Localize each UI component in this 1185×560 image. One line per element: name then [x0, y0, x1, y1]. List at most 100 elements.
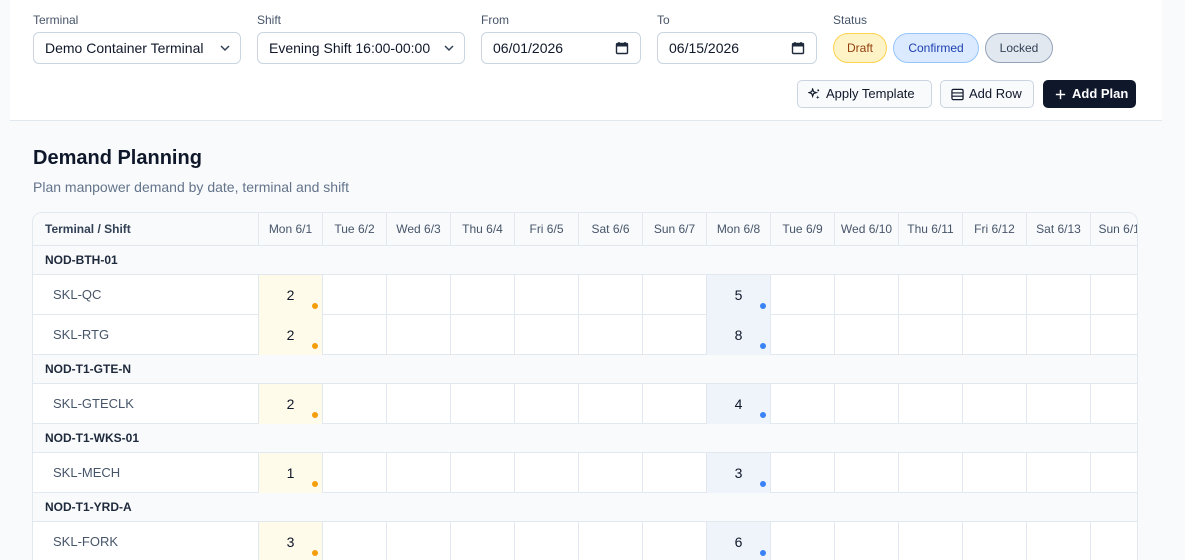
demand-cell[interactable]	[578, 453, 642, 493]
demand-cell[interactable]	[514, 522, 578, 560]
demand-cell[interactable]: 4	[706, 384, 770, 424]
demand-cell[interactable]	[514, 384, 578, 424]
demand-cell[interactable]	[898, 522, 962, 560]
header-day: Mon 6/1	[258, 213, 322, 246]
demand-cell[interactable]	[578, 275, 642, 315]
demand-cell[interactable]	[514, 453, 578, 493]
demand-cell[interactable]	[962, 315, 1026, 355]
demand-cell[interactable]	[834, 384, 898, 424]
status-confirmed-toggle[interactable]: Confirmed	[893, 33, 979, 63]
demand-value: 6	[734, 534, 743, 550]
terminal-select[interactable]: Demo Container Terminal	[33, 32, 241, 64]
demand-cell[interactable]: 3	[706, 453, 770, 493]
to-field: To 06/15/2026	[657, 13, 817, 64]
demand-cell[interactable]	[578, 315, 642, 355]
grid-header-row: Terminal / Shift Mon 6/1 Tue 6/2 Wed 6/3 Thu…	[33, 213, 1137, 246]
terminal-group-label: NOD-T1-YRD-A	[45, 500, 132, 514]
demand-cell[interactable]	[450, 315, 514, 355]
demand-cell[interactable]	[1026, 522, 1090, 560]
demand-cell[interactable]: 2	[258, 384, 322, 424]
demand-cell[interactable]: 3	[258, 522, 322, 560]
demand-cell[interactable]	[450, 453, 514, 493]
calendar-icon[interactable]	[791, 41, 805, 55]
demand-cell[interactable]	[1026, 384, 1090, 424]
demand-cell[interactable]: 6	[706, 522, 770, 560]
status-draft-toggle[interactable]: Draft	[833, 33, 887, 63]
demand-cell[interactable]	[642, 384, 706, 424]
demand-cell[interactable]	[322, 384, 386, 424]
demand-cell[interactable]: 5	[706, 275, 770, 315]
terminal-group-label: NOD-BTH-01	[45, 253, 118, 267]
demand-cell[interactable]	[770, 522, 834, 560]
demand-cell[interactable]	[386, 384, 450, 424]
demand-cell[interactable]: 1	[258, 453, 322, 493]
demand-cell[interactable]	[578, 522, 642, 560]
demand-cell[interactable]	[770, 453, 834, 493]
demand-cell[interactable]	[450, 384, 514, 424]
demand-cell[interactable]	[578, 384, 642, 424]
demand-cell[interactable]	[386, 315, 450, 355]
demand-cell[interactable]	[1026, 315, 1090, 355]
terminal-group-row[interactable]: NOD-T1-WKS-01	[33, 424, 1137, 453]
demand-grid: Terminal / Shift Mon 6/1 Tue 6/2 Wed 6/3 Thu…	[32, 212, 1138, 560]
demand-cell[interactable]	[898, 384, 962, 424]
demand-cell[interactable]	[642, 275, 706, 315]
demand-cell[interactable]	[322, 315, 386, 355]
demand-cell[interactable]	[1090, 275, 1137, 315]
terminal-group-row[interactable]: NOD-T1-YRD-A	[33, 493, 1137, 522]
demand-cell[interactable]	[834, 522, 898, 560]
shift-row: SKL-GTECLK 2 4	[33, 384, 1137, 424]
demand-cell[interactable]	[1090, 384, 1137, 424]
demand-cell[interactable]	[834, 275, 898, 315]
demand-cell[interactable]	[386, 522, 450, 560]
shift-field: Shift Evening Shift 16:00-00:00	[257, 13, 465, 64]
demand-cell[interactable]	[1090, 315, 1137, 355]
demand-cell[interactable]	[642, 315, 706, 355]
shift-select[interactable]: Evening Shift 16:00-00:00	[257, 32, 465, 64]
demand-cell[interactable]	[962, 453, 1026, 493]
demand-cell[interactable]	[642, 453, 706, 493]
demand-cell[interactable]	[834, 315, 898, 355]
from-date-input[interactable]: 06/01/2026	[481, 32, 641, 64]
demand-cell[interactable]	[962, 384, 1026, 424]
header-day: Sun 6/7	[642, 213, 706, 246]
demand-cell[interactable]	[898, 315, 962, 355]
calendar-icon[interactable]	[615, 41, 629, 55]
demand-cell[interactable]	[386, 453, 450, 493]
demand-cell[interactable]	[322, 275, 386, 315]
header-day: Tue 6/2	[322, 213, 386, 246]
demand-cell[interactable]	[514, 275, 578, 315]
apply-template-button[interactable]: Apply Template	[797, 80, 932, 108]
confirmed-status-dot	[760, 550, 766, 556]
demand-cell[interactable]	[642, 522, 706, 560]
add-row-button[interactable]: Add Row	[940, 80, 1034, 108]
demand-cell[interactable]	[1026, 275, 1090, 315]
demand-cell[interactable]	[1090, 522, 1137, 560]
demand-cell[interactable]	[450, 275, 514, 315]
demand-cell[interactable]	[834, 453, 898, 493]
demand-cell[interactable]: 8	[706, 315, 770, 355]
header-day: Sat 6/13	[1026, 213, 1090, 246]
demand-cell[interactable]	[898, 453, 962, 493]
demand-cell[interactable]: 2	[258, 275, 322, 315]
shift-row: SKL-RTG 2 8	[33, 315, 1137, 355]
to-date-input[interactable]: 06/15/2026	[657, 32, 817, 64]
terminal-group-row[interactable]: NOD-T1-GTE-N	[33, 355, 1137, 384]
demand-cell[interactable]	[962, 275, 1026, 315]
demand-cell[interactable]	[962, 522, 1026, 560]
demand-cell[interactable]	[514, 315, 578, 355]
demand-cell[interactable]	[1090, 453, 1137, 493]
demand-cell[interactable]	[898, 275, 962, 315]
status-locked-toggle[interactable]: Locked	[985, 33, 1053, 63]
demand-cell[interactable]: 2	[258, 315, 322, 355]
demand-cell[interactable]	[1026, 453, 1090, 493]
demand-cell[interactable]	[770, 275, 834, 315]
demand-cell[interactable]	[770, 315, 834, 355]
demand-cell[interactable]	[770, 384, 834, 424]
add-plan-button[interactable]: Add Plan	[1043, 80, 1136, 108]
demand-cell[interactable]	[386, 275, 450, 315]
demand-cell[interactable]	[450, 522, 514, 560]
demand-cell[interactable]	[322, 453, 386, 493]
terminal-group-row[interactable]: NOD-BTH-01	[33, 246, 1137, 275]
demand-cell[interactable]	[322, 522, 386, 560]
